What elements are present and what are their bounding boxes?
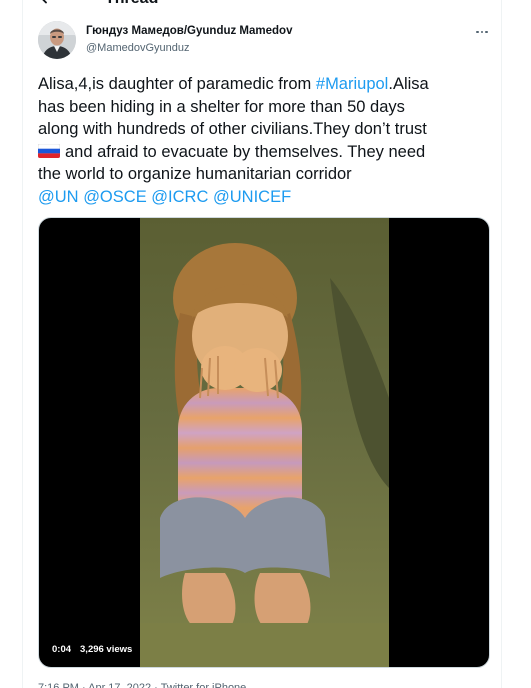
page-title: Thread — [105, 0, 158, 8]
tweet-text-segment: and afraid to evacuate by themselves. Th… — [65, 142, 426, 161]
mention-unicef[interactable]: @UNICEF — [213, 188, 291, 206]
hashtag-link[interactable]: #Mariupol — [316, 75, 388, 93]
video-player[interactable]: 0:04 3,296 views — [38, 217, 490, 668]
author-handle[interactable]: @MamedovGyunduz — [86, 41, 190, 55]
back-arrow-icon[interactable] — [39, 0, 55, 6]
avatar-photo — [38, 21, 76, 59]
tweet-line-5: the world to organize humanitarian corri… — [38, 165, 352, 183]
mention-un[interactable]: @UN — [38, 188, 79, 206]
tweet-line-2: has been hiding in a shelter for more th… — [38, 97, 405, 116]
video-timestamp: 0:04 — [52, 644, 72, 655]
avatar[interactable] — [38, 21, 76, 59]
mention-icrc[interactable]: @ICRC — [151, 188, 208, 206]
mentions-line: @UN @OSCE @ICRC @UNICEF — [38, 186, 490, 209]
video-thumbnail — [140, 218, 389, 667]
author-name[interactable]: Гюндуз Мамедов/Gyunduz Mamedov — [86, 24, 292, 38]
tweet-line-4: and afraid to evacuate by themselves. Th… — [38, 141, 490, 164]
mention-osce[interactable]: @OSCE — [83, 188, 147, 206]
thread-header: Thread — [23, 0, 501, 10]
column-border-left — [22, 0, 23, 688]
column-border-right — [501, 0, 502, 688]
tweet-line-3: along with hundreds of other civilians.T… — [38, 120, 427, 138]
tweet-text-segment: Alisa,4,is daughter of paramedic from — [38, 75, 316, 93]
more-options-icon[interactable] — [472, 26, 492, 38]
russian-flag-icon — [38, 143, 60, 158]
tweet-text: Alisa,4,is daughter of paramedic from #M… — [38, 73, 490, 208]
tweet-line-1: Alisa,4,is daughter of paramedic from #M… — [38, 73, 490, 96]
tweet-footer-meta: 7:16 PM · Apr 17, 2022 · Twitter for iPh… — [38, 682, 247, 688]
video-views: 3,296 views — [80, 644, 133, 655]
video-meta: 0:04 3,296 views — [47, 641, 138, 659]
tweet-text-segment: .Alisa — [388, 75, 429, 93]
